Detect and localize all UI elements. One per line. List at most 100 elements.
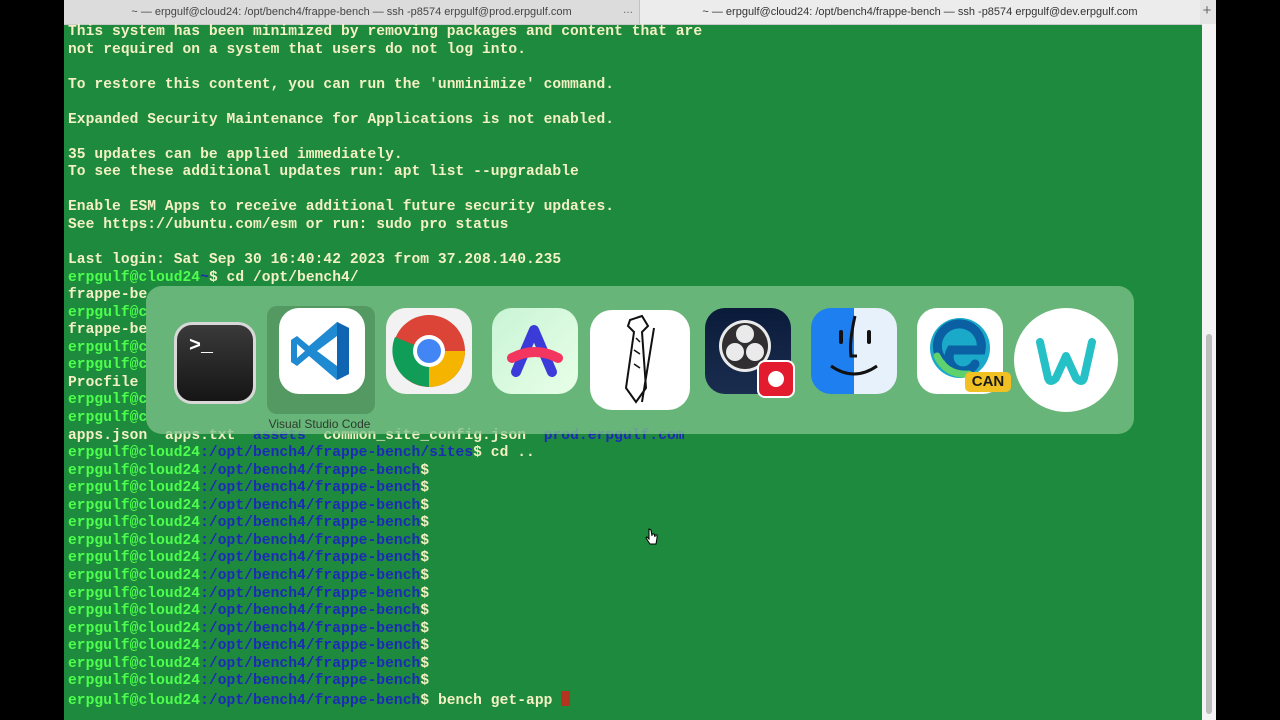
prompt-user: erpgulf@cloud24 (68, 673, 201, 690)
motd-line: This system has been minimized by removi… (68, 24, 1198, 42)
prompt-path: :/opt/bench4/frappe-bench (200, 567, 421, 584)
prompt-user: erpgulf@c (68, 392, 148, 409)
motd-line: 35 updates can be applied immediately. (68, 147, 1198, 165)
prompt-path: :/opt/bench4/frappe-bench (200, 585, 421, 602)
prompt-line: erpgulf@cloud24:/opt/bench4/frappe-bench… (68, 480, 1198, 498)
prompt-symbol: $ (420, 655, 430, 672)
prompt-line: erpgulf@cloud24:/opt/bench4/frappe-bench… (68, 498, 1198, 516)
motd-line (68, 235, 1198, 253)
motd-text: 35 updates can be applied immediately. (68, 146, 403, 163)
prompt-path: :/opt/bench4/frappe-bench (200, 532, 421, 549)
prompt-path: :/opt/bench4/frappe-bench (200, 603, 421, 620)
motd-text: See https://ubuntu.com/esm or run: sudo … (68, 217, 509, 234)
motd-text: not required on a system that users do n… (68, 41, 526, 58)
prompt-path: :/opt/bench4/frappe-bench/sites (200, 445, 474, 462)
motd-line (68, 59, 1198, 77)
arc-app-icon[interactable] (492, 308, 578, 394)
prompt-path: :/opt/bench4/frappe-bench (200, 638, 421, 655)
prompt-path: :/opt/bench4/frappe-bench (200, 462, 421, 479)
prompt-symbol: $ (420, 567, 430, 584)
tab-dev-label: ~ — erpgulf@cloud24: /opt/bench4/frappe-… (702, 6, 1138, 18)
chrome-app-icon[interactable] (386, 308, 472, 394)
canary-badge: CAN (965, 372, 1011, 392)
prompt-symbol: $ (420, 532, 430, 549)
tab-prod[interactable]: ~ — erpgulf@cloud24: /opt/bench4/frappe-… (64, 0, 640, 24)
tab-more-icon[interactable]: ... (623, 0, 633, 21)
motd-line (68, 129, 1198, 147)
prompt-line: erpgulf@cloud24:/opt/bench4/frappe-bench… (68, 568, 1198, 586)
prompt-symbol: $ (420, 550, 430, 567)
prompt-line: erpgulf@cloud24:/opt/bench4/frappe-bench… (68, 673, 1198, 691)
prompt-symbol: $ (420, 638, 430, 655)
finder-app-icon[interactable] (811, 308, 897, 394)
prompt-user: erpgulf@cloud24 (68, 620, 201, 637)
mouse-pointer-icon (645, 528, 658, 545)
tie-logo-icon (624, 314, 655, 404)
prompt-line: erpgulf@cloud24:/opt/bench4/frappe-bench… (68, 445, 1198, 463)
file-name: apps.json (68, 427, 148, 444)
prompt-symbol: $ (420, 673, 430, 690)
prompt-symbol: $ (420, 480, 430, 497)
command-text: $ cd /opt/bench4/ (208, 269, 359, 286)
scrollbar-thumb[interactable] (1206, 334, 1212, 714)
prompt-user: erpgulf@cloud24 (68, 585, 201, 602)
prompt-user: erpgulf@cloud24 (68, 655, 201, 672)
prompt-symbol: $ (420, 620, 430, 637)
prompt-user: erpgulf@c (68, 357, 148, 374)
w-logo-icon (1036, 338, 1096, 385)
prompt-line: erpgulf@cloud24:/opt/bench4/frappe-bench… (68, 515, 1198, 533)
terminal-app-icon[interactable]: >_ (174, 322, 256, 404)
prompt-line: erpgulf@cloud24:/opt/bench4/frappe-bench… (68, 603, 1198, 621)
prompt-line: erpgulf@cloud24:/opt/bench4/frappe-bench… (68, 621, 1198, 639)
prompt-user: erpgulf@cloud24 (68, 515, 201, 532)
tab-prod-label: ~ — erpgulf@cloud24: /opt/bench4/frappe-… (131, 6, 572, 18)
prompt-path: :/opt/bench4/frappe-bench (200, 692, 421, 709)
scrollbar[interactable] (1202, 24, 1216, 720)
motd-text: To see these additional updates run: apt… (68, 164, 579, 181)
desktop: ~ — erpgulf@cloud24: /opt/bench4/frappe-… (0, 0, 1280, 720)
prompt-line: erpgulf@cloud24:/opt/bench4/frappe-bench… (68, 533, 1198, 551)
prompt-user: erpgulf@c (68, 339, 148, 356)
motd-line (68, 94, 1198, 112)
w-app-icon[interactable] (1014, 308, 1118, 412)
tie-app-icon[interactable] (590, 310, 690, 410)
vscode-app-icon[interactable] (279, 308, 365, 394)
motd-line: Expanded Security Maintenance for Applic… (68, 112, 1198, 130)
motd-text: Expanded Security Maintenance for Applic… (68, 111, 615, 128)
prompt-path: :/opt/bench4/frappe-bench (200, 550, 421, 567)
prompt-line: erpgulf@cloud24~$ cd /opt/bench4/ (68, 270, 1198, 288)
prompt-symbol: $ (420, 515, 430, 532)
motd-line: Enable ESM Apps to receive additional fu… (68, 199, 1198, 217)
motd-text: Enable ESM Apps to receive additional fu… (68, 199, 615, 216)
motd-line: To restore this content, you can run the… (68, 77, 1198, 95)
prompt-user: erpgulf@c (68, 410, 148, 427)
prompt-user: erpgulf@cloud24 (68, 532, 201, 549)
prompt-symbol: $ (420, 603, 430, 620)
finder-logo-icon (830, 315, 878, 376)
output-text: Procfile (68, 374, 139, 391)
record-icon (757, 360, 795, 398)
new-tab-button[interactable]: + (1200, 0, 1214, 24)
edge-canary-app-icon[interactable]: CAN (917, 308, 1011, 394)
output-text: frappe-be (68, 322, 148, 339)
prompt-path: :/opt/bench4/frappe-bench (200, 620, 421, 637)
prompt-line: erpgulf@cloud24:/opt/bench4/frappe-bench… (68, 656, 1198, 674)
prompt-user: erpgulf@c (68, 304, 148, 321)
prompt-symbol: $ (420, 585, 430, 602)
tab-bar: ~ — erpgulf@cloud24: /opt/bench4/frappe-… (64, 0, 1216, 25)
arc-logo-icon (507, 325, 563, 377)
motd-line: not required on a system that users do n… (68, 42, 1198, 60)
prompt-line: erpgulf@cloud24:/opt/bench4/frappe-bench… (68, 638, 1198, 656)
prompt-line: erpgulf@cloud24:/opt/bench4/frappe-bench… (68, 463, 1198, 481)
tab-dev[interactable]: ~ — erpgulf@cloud24: /opt/bench4/frappe-… (640, 0, 1200, 24)
obs-app-icon[interactable] (705, 308, 795, 398)
output-text: frappe-be (68, 287, 148, 304)
motd-line: Last login: Sat Sep 30 16:40:42 2023 fro… (68, 252, 1198, 270)
prompt-user: erpgulf@cloud24 (68, 497, 201, 514)
prompt-path: :/opt/bench4/frappe-bench (200, 655, 421, 672)
command-text: $ cd .. (473, 445, 535, 462)
motd-line (68, 182, 1198, 200)
text-cursor (561, 690, 571, 706)
prompt-path: :/opt/bench4/frappe-bench (200, 480, 421, 497)
active-prompt-line: erpgulf@cloud24:/opt/bench4/frappe-bench… (68, 690, 1198, 709)
